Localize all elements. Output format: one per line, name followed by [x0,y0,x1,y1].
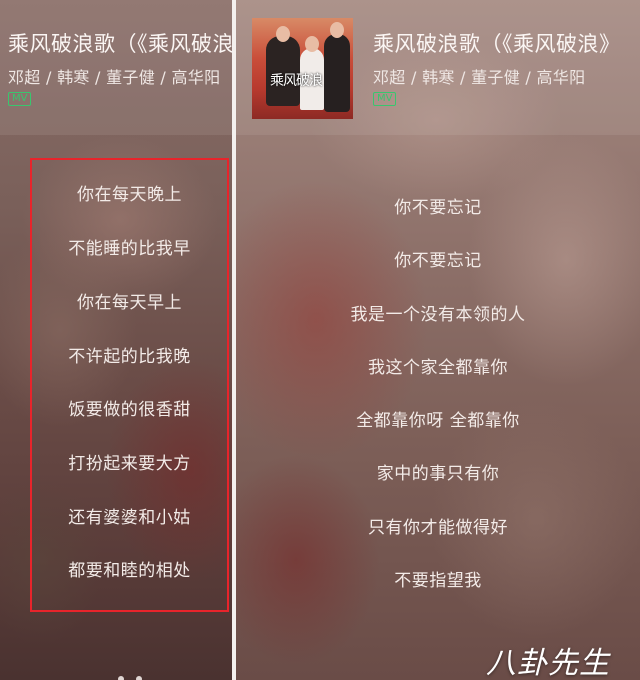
highlighted-lyrics-box: 你在每天晚上 不能睡的比我早 你在每天早上 不许起的比我晚 饭要做的很香甜 打扮… [30,158,229,612]
mv-badge[interactable]: MV [8,92,32,106]
cover-figure-head [276,26,290,42]
lyric-line: 不能睡的比我早 [68,239,191,259]
lyric-line: 只有你才能做得好 [368,518,508,538]
mv-badge[interactable]: MV [373,92,397,106]
lyric-line: 打扮起来要大方 [68,454,191,474]
lyric-line: 不许起的比我晚 [68,347,191,367]
lyric-line: 全都靠你呀 全都靠你 [356,411,520,431]
cover-figure-head [330,22,344,38]
lyric-line: 都要和睦的相处 [68,561,191,581]
page-indicator-dot[interactable] [136,676,142,680]
lyric-line: 你在每天早上 [77,293,182,313]
cover-figure-head [305,36,319,52]
right-player-panel: 乘风破浪 乘风破浪歌（《乘风破浪》 邓超 / 韩寒 / 董子健 / 高华阳 MV… [236,0,640,680]
song-title[interactable]: 乘风破浪歌（《乘风破浪》 [373,28,640,58]
song-title[interactable]: 乘风破浪歌（《乘风破浪》 [8,28,232,58]
cover-title-art: 乘风破浪 [270,73,323,89]
lyric-line: 家中的事只有你 [376,464,500,484]
lyric-line: 还有婆婆和小姑 [68,508,191,528]
lyric-line: 你不要忘记 [394,198,482,218]
lyric-line: 你在每天晚上 [77,185,182,205]
watermark-logo: 八卦先生 [486,646,610,680]
album-cover[interactable]: 乘风破浪 [252,18,353,119]
lyric-line: 我是一个没有本领的人 [350,305,526,325]
lyric-line: 饭要做的很香甜 [68,400,191,420]
left-player-panel: 乘风破浪歌（《乘风破浪》 邓超 / 韩寒 / 董子健 / 高华阳 MV 你在每天… [0,0,232,680]
artist-names[interactable]: 邓超 / 韩寒 / 董子健 / 高华阳 [8,64,220,88]
lyric-line: 你不要忘记 [394,251,482,271]
lyric-line: 不要指望我 [394,571,482,591]
lyric-line: 我这个家全都靠你 [368,358,508,378]
artist-names[interactable]: 邓超 / 韩寒 / 董子健 / 高华阳 [373,64,585,88]
page-indicator-dot[interactable] [118,676,124,680]
cover-figure [324,34,350,112]
